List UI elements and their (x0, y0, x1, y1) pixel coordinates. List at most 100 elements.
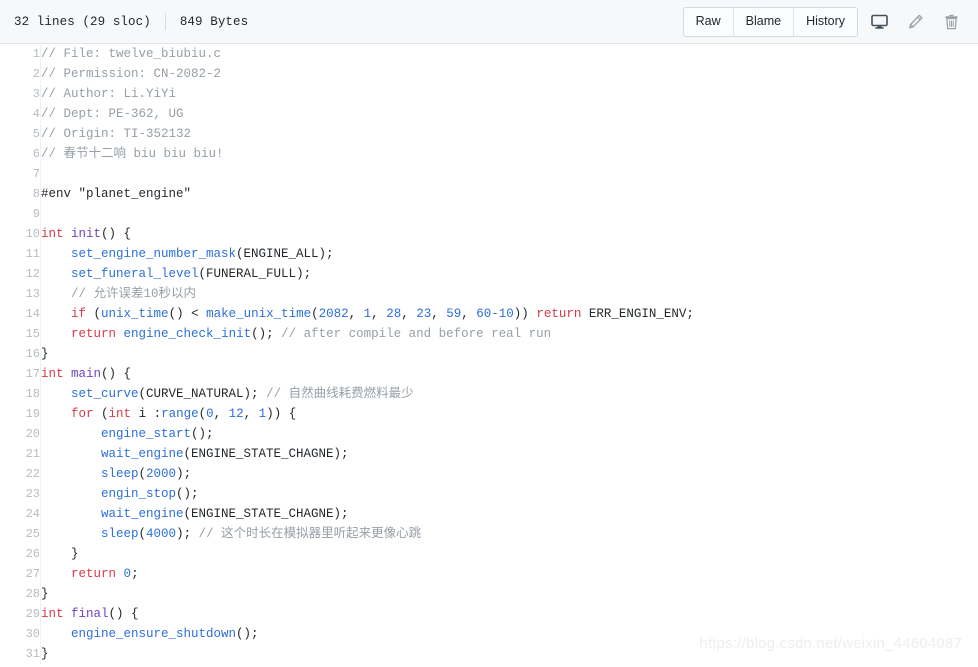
code-line-content[interactable]: sleep(2000); (40, 464, 978, 484)
code-line-content[interactable]: for (int i :range(0, 12, 1)) { (40, 404, 978, 424)
code-line-content[interactable]: } (40, 544, 978, 564)
code-token: } (41, 587, 49, 601)
file-header-bar: 32 lines (29 sloc) 849 Bytes Raw Blame H… (0, 0, 978, 44)
line-number[interactable]: 31 (0, 644, 41, 664)
code-line-content[interactable]: ​ (40, 164, 978, 184)
code-token: // Origin: TI-352132 (41, 127, 192, 141)
code-line-row: 1// File: twelve_biubiu.c (0, 44, 978, 64)
line-number[interactable]: 17 (0, 364, 41, 384)
line-number[interactable]: 27 (0, 564, 41, 584)
line-number[interactable]: 9 (0, 204, 41, 224)
code-line-content[interactable]: int main() { (40, 364, 978, 384)
code-line-content[interactable]: // File: twelve_biubiu.c (40, 44, 978, 64)
file-meta: 32 lines (29 sloc) 849 Bytes (14, 13, 248, 30)
code-line-content[interactable]: } (40, 344, 978, 364)
code-token: engin_stop (101, 487, 177, 501)
line-number[interactable]: 25 (0, 524, 41, 544)
file-actions: Raw Blame History (682, 6, 966, 37)
line-number[interactable]: 20 (0, 424, 41, 444)
code-token: range (161, 407, 199, 421)
code-token: 28 (386, 307, 402, 321)
line-number[interactable]: 18 (0, 384, 41, 404)
line-number[interactable]: 4 (0, 104, 41, 124)
line-number[interactable]: 22 (0, 464, 41, 484)
code-line-content[interactable]: #env "planet_engine" (40, 184, 978, 204)
code-token: engine_start (101, 427, 192, 441)
line-number[interactable]: 8 (0, 184, 41, 204)
line-number[interactable]: 11 (0, 244, 41, 264)
code-line-content[interactable]: engin_stop(); (40, 484, 978, 504)
code-line-content[interactable]: // Origin: TI-352132 (40, 124, 978, 144)
line-number[interactable]: 29 (0, 604, 41, 624)
code-token: ); (176, 467, 192, 481)
edit-icon-button[interactable] (900, 8, 930, 36)
delete-icon-button[interactable] (936, 8, 966, 36)
code-line-content[interactable]: sleep(4000); // 这个时长在模拟器里听起来更像心跳 (40, 524, 978, 544)
line-number[interactable]: 14 (0, 304, 41, 324)
raw-button[interactable]: Raw (684, 8, 733, 36)
code-token: , (213, 407, 229, 421)
code-line-row: 16} (0, 344, 978, 364)
code-line-content[interactable]: } (40, 644, 978, 664)
blame-button[interactable]: Blame (732, 7, 793, 36)
code-line-content[interactable]: // Dept: PE-362, UG (40, 104, 978, 124)
line-number[interactable]: 1 (0, 44, 41, 64)
line-number[interactable]: 30 (0, 624, 41, 644)
line-number[interactable]: 16 (0, 344, 41, 364)
code-line-row: 30 engine_ensure_shutdown(); (0, 624, 978, 644)
code-line-content[interactable]: wait_engine(ENGINE_STATE_CHAGNE); (40, 504, 978, 524)
code-token: (ENGINE_ALL); (236, 247, 334, 261)
code-line-content[interactable]: int init() { (40, 224, 978, 244)
code-line-content[interactable]: return engine_check_init(); // after com… (40, 324, 978, 344)
line-number[interactable]: 21 (0, 444, 41, 464)
history-button[interactable]: History (793, 7, 857, 36)
code-line-content[interactable]: // 允许误差10秒以内 (40, 284, 978, 304)
code-token: ( (138, 527, 147, 541)
line-number[interactable]: 15 (0, 324, 41, 344)
code-line-content[interactable]: wait_engine(ENGINE_STATE_CHAGNE); (40, 444, 978, 464)
line-number[interactable]: 23 (0, 484, 41, 504)
code-token: ( (86, 307, 102, 321)
code-token: // Permission: CN-2082-2 (41, 67, 222, 81)
code-line-row: 25 sleep(4000); // 这个时长在模拟器里听起来更像心跳 (0, 524, 978, 544)
code-line-content[interactable]: // Permission: CN-2082-2 (40, 64, 978, 84)
code-line-content[interactable]: set_funeral_level(FUNERAL_FULL); (40, 264, 978, 284)
code-token: // 这个时长在模拟器里听起来更像心跳 (198, 527, 422, 541)
code-line-content[interactable]: } (40, 584, 978, 604)
code-blob-wrapper: 1// File: twelve_biubiu.c 2// Permission:… (0, 44, 978, 666)
line-number[interactable]: 5 (0, 124, 41, 144)
line-number[interactable]: 7 (0, 164, 41, 184)
code-line-content[interactable]: engine_start(); (40, 424, 978, 444)
code-token: final (71, 607, 109, 621)
code-line-content[interactable]: // 春节十二响 biu biu biu! (40, 144, 978, 164)
line-number[interactable]: 12 (0, 264, 41, 284)
line-number[interactable]: 2 (0, 64, 41, 84)
code-line-content[interactable]: engine_ensure_shutdown(); (40, 624, 978, 644)
code-line-content[interactable]: if (unix_time() < make_unix_time(2082, 1… (40, 304, 978, 324)
code-line-content[interactable]: return 0; (40, 564, 978, 584)
code-token: return (71, 567, 117, 581)
code-line-content[interactable]: int final() { (40, 604, 978, 624)
code-token: wait_engine (101, 507, 184, 521)
code-token: make_unix_time (206, 307, 312, 321)
line-number[interactable]: 6 (0, 144, 41, 164)
desktop-icon-button[interactable] (864, 8, 894, 36)
code-line-content[interactable]: // Author: Li.YiYi (40, 84, 978, 104)
line-number[interactable]: 10 (0, 224, 41, 244)
line-number[interactable]: 13 (0, 284, 41, 304)
code-token: engine_ensure_shutdown (71, 627, 237, 641)
line-number[interactable]: 19 (0, 404, 41, 424)
code-line-row: 14 if (unix_time() < make_unix_time(2082… (0, 304, 978, 324)
line-number[interactable]: 28 (0, 584, 41, 604)
line-number[interactable]: 24 (0, 504, 41, 524)
line-number[interactable]: 26 (0, 544, 41, 564)
code-line-content[interactable]: set_curve(CURVE_NATURAL); // 自然曲线耗费燃料最少 (40, 384, 978, 404)
code-line-content[interactable]: set_engine_number_mask(ENGINE_ALL); (40, 244, 978, 264)
code-line-content[interactable]: ​ (40, 204, 978, 224)
line-number[interactable]: 3 (0, 84, 41, 104)
code-token: } (41, 547, 79, 561)
